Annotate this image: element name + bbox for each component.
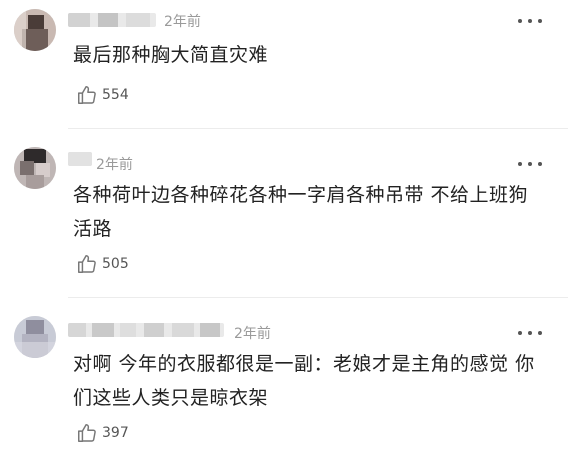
more-options-icon[interactable] [518, 327, 542, 339]
avatar[interactable] [14, 9, 56, 51]
comment-text: 对啊 今年的衣服都很是一副：老娘才是主角的感觉 你们这些人类只是晾衣架 [73, 353, 535, 409]
comment-text: 最后那种胸大简直灾难 [73, 44, 269, 66]
username-blurred[interactable] [68, 323, 224, 337]
comment-item: 2年前 对啊 今年的衣服都很是一副：老娘才是主角的感觉 你们这些人类只是晾衣架 … [0, 298, 568, 461]
like-button[interactable]: 554 [76, 84, 129, 106]
like-count: 505 [102, 256, 129, 272]
username-blurred[interactable] [68, 13, 156, 27]
avatar[interactable] [14, 316, 56, 358]
like-button[interactable]: 505 [76, 253, 129, 275]
like-count: 397 [102, 425, 129, 441]
comment-time: 2年前 [164, 14, 201, 30]
like-button[interactable]: 397 [76, 422, 129, 444]
comment-time: 2年前 [96, 157, 133, 173]
thumbs-up-icon [78, 424, 96, 442]
username-blurred[interactable] [68, 152, 92, 166]
more-options-icon[interactable] [518, 158, 542, 170]
comment-item: 2年前 最后那种胸大简直灾难 554 [0, 0, 568, 129]
comment-time: 2年前 [234, 326, 271, 342]
like-count: 554 [102, 87, 129, 103]
thumbs-up-icon [78, 255, 96, 273]
thumbs-up-icon [78, 86, 96, 104]
comment-text: 各种荷叶边各种碎花各种一字肩各种吊带 不给上班狗活路 [73, 184, 529, 240]
comment-item: 2年前 各种荷叶边各种碎花各种一字肩各种吊带 不给上班狗活路 505 [0, 129, 568, 298]
more-options-icon[interactable] [518, 15, 542, 27]
avatar[interactable] [14, 147, 56, 189]
